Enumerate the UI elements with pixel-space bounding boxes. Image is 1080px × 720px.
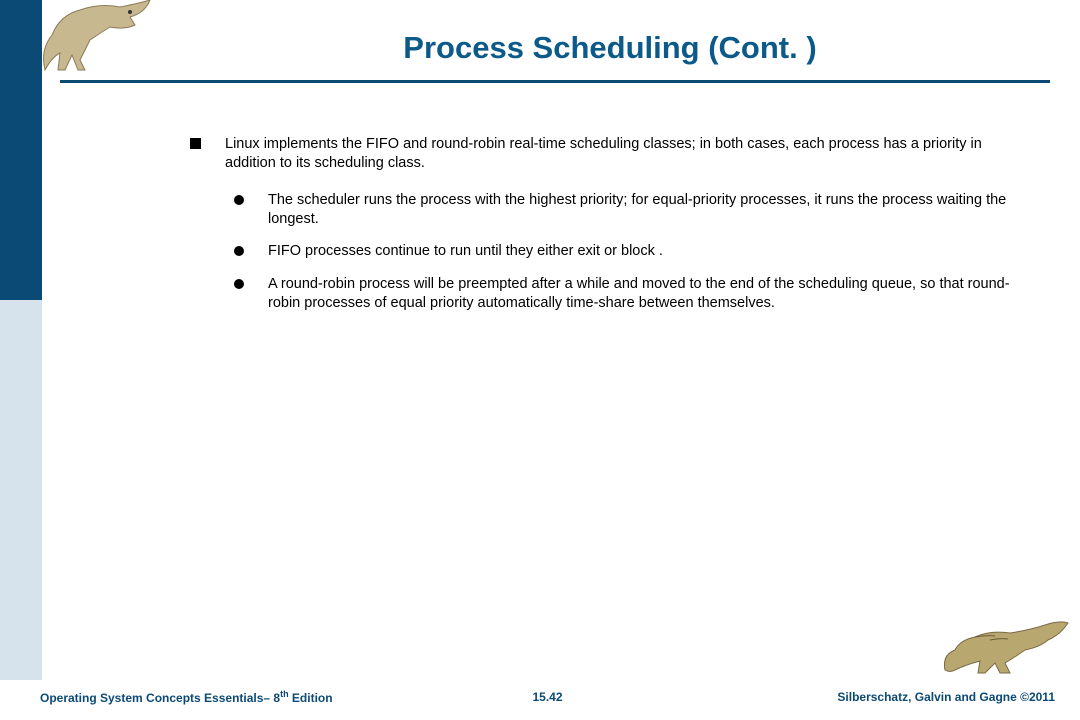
sub-bullet-item: The scheduler runs the process with the … <box>234 191 1030 229</box>
footer-edition-suffix: Edition <box>289 691 333 705</box>
sub-bullet-text: FIFO processes continue to run until the… <box>268 242 663 261</box>
round-bullet-icon <box>234 195 244 205</box>
content-area: Linux implements the FIFO and round-robi… <box>190 135 1030 327</box>
copyright-icon: © <box>1020 690 1029 704</box>
sub-bullet-item: FIFO processes continue to run until the… <box>234 242 1030 261</box>
title-underline <box>60 80 1050 83</box>
slide-title: Process Scheduling (Cont. ) <box>180 30 1040 66</box>
sub-bullet-text: The scheduler runs the process with the … <box>268 191 1030 229</box>
footer-book-title: Operating System Concepts Essentials– 8 <box>40 691 280 705</box>
sidebar-lightblue <box>0 300 42 680</box>
square-bullet-icon <box>190 138 201 149</box>
footer-left: Operating System Concepts Essentials– 8t… <box>20 689 518 705</box>
main-bullet-item: Linux implements the FIFO and round-robi… <box>190 135 1030 173</box>
footer-edition-sup: th <box>280 689 289 699</box>
main-bullet-text: Linux implements the FIFO and round-robi… <box>225 135 1030 173</box>
footer: Operating System Concepts Essentials– 8t… <box>0 686 1080 708</box>
sub-bullet-item: A round-robin process will be preempted … <box>234 275 1030 313</box>
footer-authors: Silberschatz, Galvin and Gagne <box>837 690 1020 704</box>
sub-bullet-text: A round-robin process will be preempted … <box>268 275 1030 313</box>
footer-right: Silberschatz, Galvin and Gagne ©2011 <box>578 690 1061 704</box>
footer-page-number: 15.42 <box>518 690 578 704</box>
footer-year: 2011 <box>1029 690 1055 704</box>
dinosaur-bottom-icon <box>940 615 1070 685</box>
sub-bullet-list: The scheduler runs the process with the … <box>234 191 1030 313</box>
round-bullet-icon <box>234 279 244 289</box>
dinosaur-top-icon <box>30 0 160 80</box>
slide: Process Scheduling (Cont. ) Linux implem… <box>0 0 1080 720</box>
round-bullet-icon <box>234 246 244 256</box>
